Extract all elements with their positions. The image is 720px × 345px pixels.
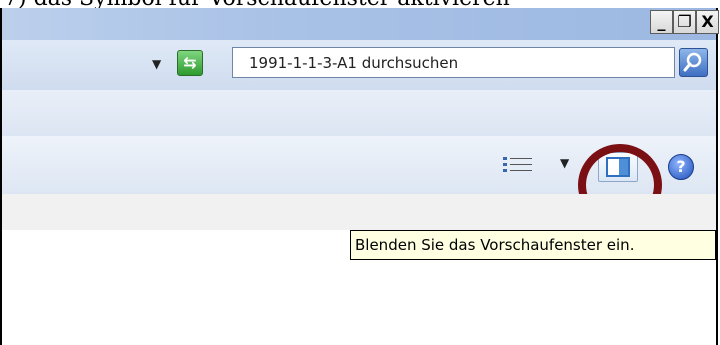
search-input[interactable]: 1991-1-1-3-A1 durchsuchen <box>232 47 675 78</box>
column-header-area <box>2 194 716 231</box>
search-input-text: 1991-1-1-3-A1 durchsuchen <box>249 54 459 72</box>
command-toolbar: ▼ ? <box>2 136 716 226</box>
address-dropdown-icon[interactable]: ▼ <box>152 57 161 71</box>
refresh-button[interactable]: ⇆ <box>177 50 203 76</box>
title-bar[interactable]: _ ❐ X <box>2 8 719 40</box>
maximize-button[interactable]: ❐ <box>673 10 696 34</box>
search-icon <box>683 52 702 72</box>
preview-pane-tooltip: Blenden Sie das Vorschaufenster ein. <box>350 230 716 260</box>
window-border-right <box>716 8 718 345</box>
menu-strip <box>2 90 716 137</box>
explorer-window: _ ❐ X ▼ ⇆ 1991-1-1-3-A1 durchsuchen ▼ ? <box>0 8 720 345</box>
refresh-icon: ⇆ <box>183 53 197 72</box>
search-button[interactable] <box>679 48 708 77</box>
address-bar: ▼ ⇆ 1991-1-1-3-A1 durchsuchen <box>2 40 716 91</box>
views-list-icon[interactable] <box>502 156 534 174</box>
close-button[interactable]: X <box>696 10 719 34</box>
help-icon[interactable]: ? <box>668 154 694 180</box>
views-dropdown-icon[interactable]: ▼ <box>560 156 569 170</box>
minimize-button[interactable]: _ <box>650 10 673 34</box>
